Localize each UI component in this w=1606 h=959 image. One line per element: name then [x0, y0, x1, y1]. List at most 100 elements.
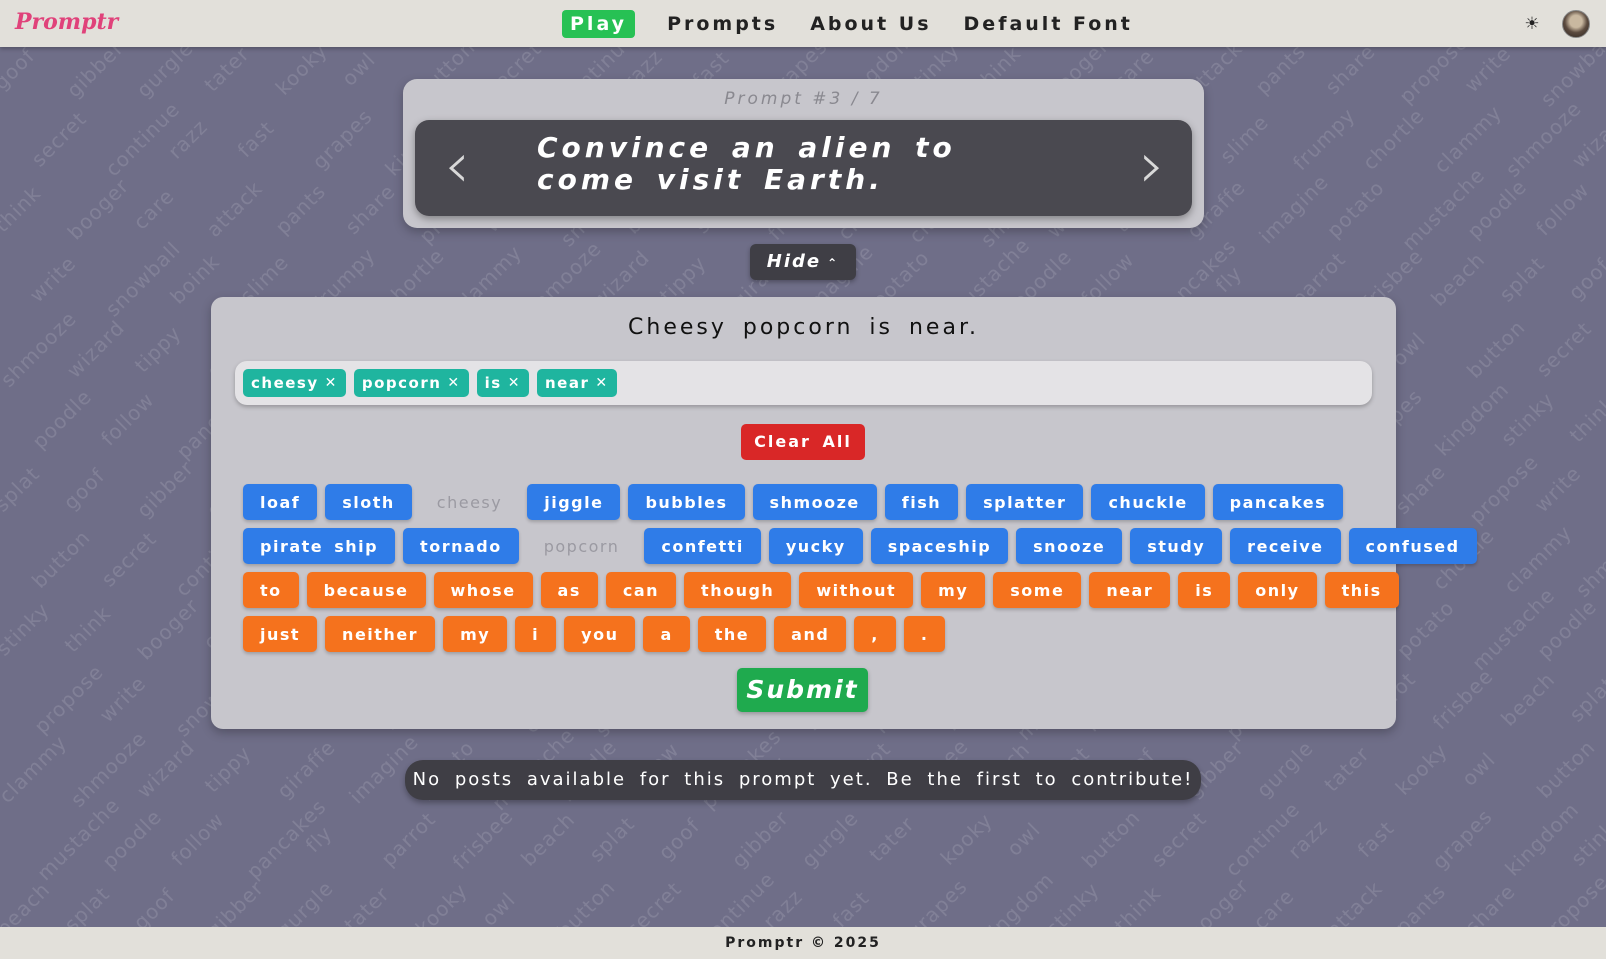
- nav-item-prompts[interactable]: Prompts: [667, 11, 778, 37]
- background-word: follow: [1531, 177, 1594, 241]
- hide-button[interactable]: Hide ⌃: [750, 244, 856, 280]
- background-word: booger: [1182, 873, 1254, 927]
- word-button[interactable]: my: [921, 572, 986, 608]
- word-button[interactable]: is: [1178, 572, 1231, 608]
- selected-word-chip[interactable]: is ✕: [476, 369, 529, 397]
- user-avatar[interactable]: [1562, 10, 1590, 38]
- word-button[interactable]: bubbles: [628, 484, 745, 520]
- word-button[interactable]: snooze: [1016, 528, 1123, 564]
- chip-label: popcorn: [361, 374, 442, 392]
- word-button[interactable]: receive: [1230, 528, 1341, 564]
- word-button[interactable]: my: [443, 616, 508, 652]
- word-button[interactable]: whose: [433, 572, 533, 608]
- background-word: write: [1459, 47, 1516, 98]
- word-button[interactable]: i: [515, 616, 557, 652]
- submit-button[interactable]: Submit: [737, 668, 868, 712]
- background-word: poodle: [27, 384, 97, 454]
- background-word: owl: [1456, 747, 1501, 791]
- background-word: splat: [0, 461, 45, 517]
- word-button[interactable]: some: [993, 572, 1082, 608]
- selected-words-bar[interactable]: cheesy ✕ popcorn ✕ is ✕ near ✕: [235, 361, 1372, 405]
- hide-label: Hide: [766, 251, 822, 272]
- background-word: booger: [62, 173, 134, 245]
- chip-label: cheesy: [251, 374, 319, 392]
- word-button[interactable]: without: [799, 572, 914, 608]
- background-word: think: [1564, 390, 1606, 448]
- word-button[interactable]: pancakes: [1212, 484, 1344, 520]
- word-button[interactable]: yucky: [768, 528, 863, 564]
- nav-item-default-font[interactable]: Default Font: [964, 11, 1133, 37]
- word-button[interactable]: loaf: [243, 484, 318, 520]
- word-button[interactable]: can: [605, 572, 677, 608]
- background-word: slime: [1215, 109, 1274, 169]
- word-button[interactable]: near: [1089, 572, 1171, 608]
- word-button[interactable]: just: [243, 616, 318, 652]
- background-word: button: [1462, 315, 1530, 383]
- app-logo[interactable]: Promptr: [15, 9, 118, 35]
- word-button[interactable]: only: [1238, 572, 1317, 608]
- chevron-right-icon[interactable]: ›: [1132, 134, 1172, 198]
- close-icon[interactable]: ✕: [595, 375, 608, 391]
- selected-word-chip[interactable]: cheesy ✕: [243, 369, 346, 397]
- word-button[interactable]: confused: [1348, 528, 1477, 564]
- background-word: pants: [1250, 47, 1311, 100]
- close-icon[interactable]: ✕: [325, 375, 338, 391]
- background-word: owl: [336, 47, 381, 91]
- word-button[interactable]: splatter: [966, 484, 1084, 520]
- word-button[interactable]: this: [1324, 572, 1399, 608]
- background-word: beach: [516, 807, 580, 871]
- word-button[interactable]: study: [1130, 528, 1223, 564]
- word-button[interactable]: tornado: [403, 528, 519, 564]
- word-button[interactable]: pirate ship: [243, 528, 396, 564]
- word-button[interactable]: spaceship: [870, 528, 1009, 564]
- background-word: attack: [1321, 876, 1388, 927]
- background-word: fast: [827, 885, 874, 927]
- background-word: imagine: [1254, 169, 1334, 249]
- background-word: button: [1077, 805, 1145, 873]
- background-word: splat: [584, 811, 640, 867]
- word-button[interactable]: chuckle: [1091, 484, 1205, 520]
- background-word: splat: [1494, 251, 1550, 307]
- word-button[interactable]: sloth: [325, 484, 412, 520]
- word-button[interactable]: to: [243, 572, 299, 608]
- background-word: gurgle: [271, 875, 339, 927]
- footer: Promptr © 2025: [0, 927, 1606, 959]
- background-word: gurgle: [131, 47, 199, 103]
- background-word: tippy: [129, 320, 186, 378]
- background-word: pants: [270, 178, 331, 240]
- word-button[interactable]: neither: [325, 616, 436, 652]
- word-button[interactable]: shmooze: [752, 484, 877, 520]
- background-word: fast: [1352, 815, 1399, 863]
- word-button[interactable]: you: [564, 616, 636, 652]
- selected-word-chip[interactable]: near ✕: [536, 369, 617, 397]
- background-word: think: [59, 600, 116, 658]
- background-word: mustache: [1467, 582, 1560, 676]
- word-button[interactable]: ,: [854, 616, 896, 652]
- word-button[interactable]: jiggle: [527, 484, 621, 520]
- background-word: propose: [29, 659, 109, 739]
- background-word: think: [0, 180, 46, 238]
- selected-word-chip[interactable]: popcorn ✕: [353, 369, 469, 397]
- word-button[interactable]: though: [684, 572, 792, 608]
- clear-all-button[interactable]: Clear All: [741, 424, 865, 460]
- close-icon[interactable]: ✕: [508, 375, 521, 391]
- close-icon[interactable]: ✕: [447, 375, 460, 391]
- chevron-left-icon[interactable]: ‹: [437, 134, 477, 198]
- word-button[interactable]: as: [540, 572, 598, 608]
- word-button[interactable]: because: [306, 572, 426, 608]
- background-word: care: [1248, 883, 1299, 927]
- background-word: giraffe: [272, 735, 341, 803]
- background-word: beach: [1426, 247, 1490, 311]
- nav-item-about-us[interactable]: About Us: [810, 11, 931, 37]
- chevron-up-icon: ⌃: [827, 256, 840, 270]
- word-button[interactable]: a: [643, 616, 690, 652]
- word-button[interactable]: and: [774, 616, 847, 652]
- word-button[interactable]: confetti: [644, 528, 761, 564]
- word-button[interactable]: .: [903, 616, 946, 652]
- word-row: just neither my i you a the and,.: [243, 616, 1373, 652]
- sun-icon[interactable]: ☀: [1522, 14, 1542, 34]
- word-button[interactable]: the: [697, 616, 767, 652]
- background-word: gibber: [201, 875, 269, 927]
- nav-item-play[interactable]: Play: [562, 10, 636, 38]
- word-button[interactable]: fish: [884, 484, 959, 520]
